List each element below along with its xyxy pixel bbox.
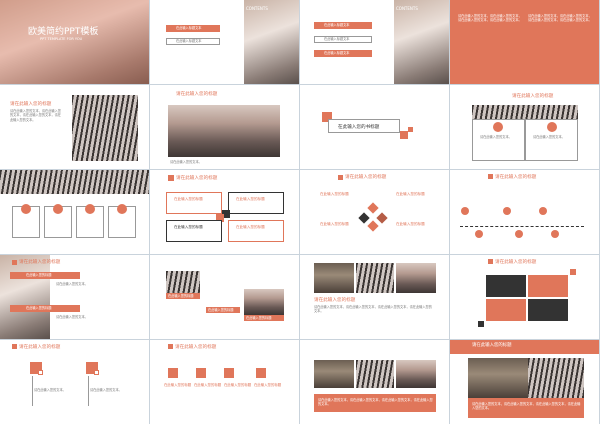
user-icon <box>85 204 95 214</box>
slide-title: 请在此输入您的标题 <box>10 102 52 107</box>
slide-title: 请在此输入您的标题 <box>176 176 218 181</box>
slide-text: 请在此输入您的文本，请在此输入您的文本，请在此输入您的文本，请在此输入您的文本。 <box>10 109 61 122</box>
slide-title: 请在此输入您的标题 <box>472 343 512 348</box>
slide-18[interactable]: 请在此输入您的标题 在此输入您的标题 在此输入您的标题 在此输入您的标题 在此输… <box>150 340 299 424</box>
card-title: 在此输入您的标题 <box>236 197 265 201</box>
card-title: 在此输入您的标题 <box>174 225 203 229</box>
mail-icon <box>547 122 557 132</box>
text-block-right: 请在此输入您的文本，请在此输入您的文本，请在此输入您的文本，请在此输入您的文本。 <box>528 14 592 23</box>
slide-4-text[interactable]: 请在此输入您的文本，请在此输入您的文本，请在此输入您的文本，请在此输入您的文本。… <box>450 0 599 84</box>
card-text: 请在此输入您的文本。 <box>480 135 512 139</box>
contents-label: CONTENTS <box>246 6 268 11</box>
card-title: 在此输入您的标题 <box>174 197 203 201</box>
cover-subtitle: PPT TEMPLATE FOR YOU <box>40 37 83 41</box>
slide-16[interactable]: 请在此输入您的标题 <box>450 255 599 339</box>
photo-label: 在此输入您的标题 <box>208 308 234 312</box>
slide-8[interactable]: 请在此输入您的标题 请在此输入您的文本。 请在此输入您的文本。 <box>450 85 599 169</box>
corner-title: 在此输入您的标题 <box>320 192 349 196</box>
slide-title: 请在此输入您的标题 <box>19 260 61 265</box>
slide-13[interactable]: 请在此输入您的标题 在此输入您的标题 请在此输入您的文本。 在此输入您的标题 请… <box>0 255 149 339</box>
slide-7-book[interactable]: 在此输入您的书标题 <box>300 85 449 169</box>
slide-15[interactable]: 请在此输入您的标题 请在此输入您的文本，请在此输入您的文本，请在此输入您的文本，… <box>300 255 449 339</box>
settings-icon <box>117 204 127 214</box>
slide-9[interactable] <box>0 170 149 254</box>
contents-item-1: 在此输入标题文本 <box>176 26 202 30</box>
contents-label: CONTENTS <box>396 6 418 11</box>
slide-text: 请在此输入您的文本，请在此输入您的文本，请在此输入您的文本，请在此输入您的文本。 <box>472 402 581 411</box>
cover-title: 欧美简约PPT模板 <box>28 27 99 37</box>
card-text: 请在此输入您的文本。 <box>533 135 565 139</box>
text-block-left: 请在此输入您的文本，请在此输入您的文本，请在此输入您的文本，请在此输入您的文本。 <box>458 14 522 23</box>
slide-text: 请在此输入您的文本。 <box>56 282 88 286</box>
col-label: 在此输入您的标题 <box>254 383 282 387</box>
slide-1-cover[interactable]: 欧美简约PPT模板 PPT TEMPLATE FOR YOU <box>0 0 149 84</box>
contents-item-1: 在此输入标题文本 <box>324 23 350 27</box>
slide-6[interactable]: 请在此输入您的标题 请在此输入您的文本。 <box>150 85 299 169</box>
col-label: 在此输入您的标题 <box>224 383 252 387</box>
slide-5[interactable]: 请在此输入您的标题 请在此输入您的文本，请在此输入您的文本，请在此输入您的文本，… <box>0 85 149 169</box>
slide-title: 请在此输入您的标题 <box>512 94 554 99</box>
slide-title: 请在此输入您的标题 <box>176 92 218 97</box>
slide-11[interactable]: 请在此输入您的标题 在此输入您的标题 在此输入您的标题 在此输入您的标题 在此输… <box>300 170 449 254</box>
slide-title: 请在此输入您的标题 <box>495 260 537 265</box>
slide-title: 请在此输入您的标题 <box>175 345 217 350</box>
corner-title: 在此输入您的标题 <box>320 222 349 226</box>
contents-item-2: 在此输入标题文本 <box>324 37 350 41</box>
slide-text: 请在此输入您的文本。 <box>170 160 202 164</box>
banner-label: 在此输入您的标题 <box>26 306 52 310</box>
slide-text: 请在此输入您的文本。 <box>34 388 66 392</box>
slide-14[interactable]: 在此输入您的标题 在此输入您的标题 在此输入您的标题 <box>150 255 299 339</box>
photo-label: 在此输入您的标题 <box>168 294 194 298</box>
slide-title: 请在此输入您的标题 <box>19 345 61 350</box>
photo-label: 在此输入您的标题 <box>246 316 272 320</box>
slide-text: 请在此输入您的文本，请在此输入您的文本，请在此输入您的文本，请在此输入您的文本。 <box>314 305 432 314</box>
contents-item-3: 在此输入标题文本 <box>324 51 350 55</box>
col-label: 在此输入您的标题 <box>164 383 192 387</box>
chat-icon <box>21 204 31 214</box>
col-label: 在此输入您的标题 <box>194 383 222 387</box>
slide-19[interactable]: 请在此输入您的文本，请在此输入您的文本，请在此输入您的文本，请在此输入您的文本。 <box>300 340 449 424</box>
slide-12-timeline[interactable]: 请在此输入您的标题 <box>450 170 599 254</box>
slide-title: 请在此输入您的标题 <box>495 175 537 180</box>
slide-thumbnail-grid: 欧美简约PPT模板 PPT TEMPLATE FOR YOU CONTENTS … <box>0 0 600 424</box>
banner-label: 在此输入您的标题 <box>26 273 52 277</box>
contents-item-2: 在此输入标题文本 <box>176 39 202 43</box>
book-title: 在此输入您的书标题 <box>338 125 380 130</box>
slide-10[interactable]: 请在此输入您的标题 在此输入您的标题 在此输入您的标题 在此输入您的标题 在此输… <box>150 170 299 254</box>
card-title: 在此输入您的标题 <box>236 225 265 229</box>
corner-title: 在此输入您的标题 <box>396 222 425 226</box>
mail-icon <box>53 204 63 214</box>
slide-17[interactable]: 请在此输入您的标题 请在此输入您的文本。 请在此输入您的文本。 <box>0 340 149 424</box>
slide-title: 请在此输入您的标题 <box>314 298 356 303</box>
slide-text: 请在此输入您的文本，请在此输入您的文本，请在此输入您的文本，请在此输入您的文本。 <box>318 398 433 407</box>
slide-text: 请在此输入您的文本。 <box>56 315 88 319</box>
slide-title: 请在此输入您的标题 <box>345 175 387 180</box>
corner-title: 在此输入您的标题 <box>396 192 425 196</box>
slide-20[interactable]: 请在此输入您的标题 请在此输入您的文本，请在此输入您的文本，请在此输入您的文本，… <box>450 340 599 424</box>
slide-text: 请在此输入您的文本。 <box>90 388 122 392</box>
slide-2-contents[interactable]: CONTENTS 在此输入标题文本 在此输入标题文本 <box>150 0 299 84</box>
chat-icon <box>493 122 503 132</box>
slide-3-contents[interactable]: CONTENTS 在此输入标题文本 在此输入标题文本 在此输入标题文本 <box>300 0 449 84</box>
